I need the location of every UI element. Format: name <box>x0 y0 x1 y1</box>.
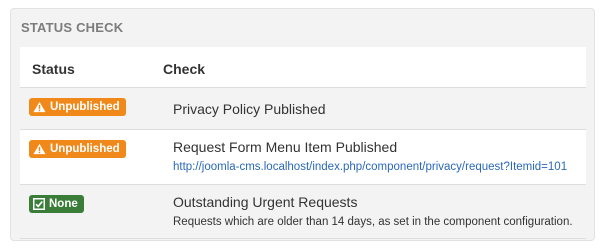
table-row: Unpublished Privacy Policy Published <box>20 87 586 129</box>
status-badge-label: None <box>49 198 78 210</box>
status-table: Status Check Unpublished Privacy Policy … <box>20 47 586 239</box>
table-header-row: Status Check <box>20 47 586 87</box>
status-badge: Unpublished <box>29 140 126 158</box>
check-description: Requests which are older than 14 days, a… <box>173 216 573 228</box>
table-row: Unpublished Request Form Menu Item Publi… <box>20 129 586 184</box>
warning-icon <box>33 143 46 155</box>
status-badge-label: Unpublished <box>50 143 120 155</box>
panel-title: STATUS CHECK <box>21 20 124 35</box>
check-title: Privacy Policy Published <box>173 101 326 117</box>
checkbox-checked-icon <box>33 198 45 210</box>
status-check-panel: STATUS CHECK Status Check Unpublished Pr… <box>10 8 595 241</box>
check-title: Request Form Menu Item Published <box>173 139 398 155</box>
column-header-status: Status <box>32 61 75 77</box>
status-badge-label: Unpublished <box>50 101 120 113</box>
column-header-check: Check <box>163 61 206 77</box>
status-badge: None <box>29 195 84 213</box>
table-row: None Outstanding Urgent Requests Request… <box>20 184 586 239</box>
warning-icon <box>33 101 46 113</box>
status-badge: Unpublished <box>29 98 126 116</box>
check-title: Outstanding Urgent Requests <box>173 194 358 210</box>
request-form-link[interactable]: http://joomla-cms.localhost/index.php/co… <box>173 161 567 173</box>
